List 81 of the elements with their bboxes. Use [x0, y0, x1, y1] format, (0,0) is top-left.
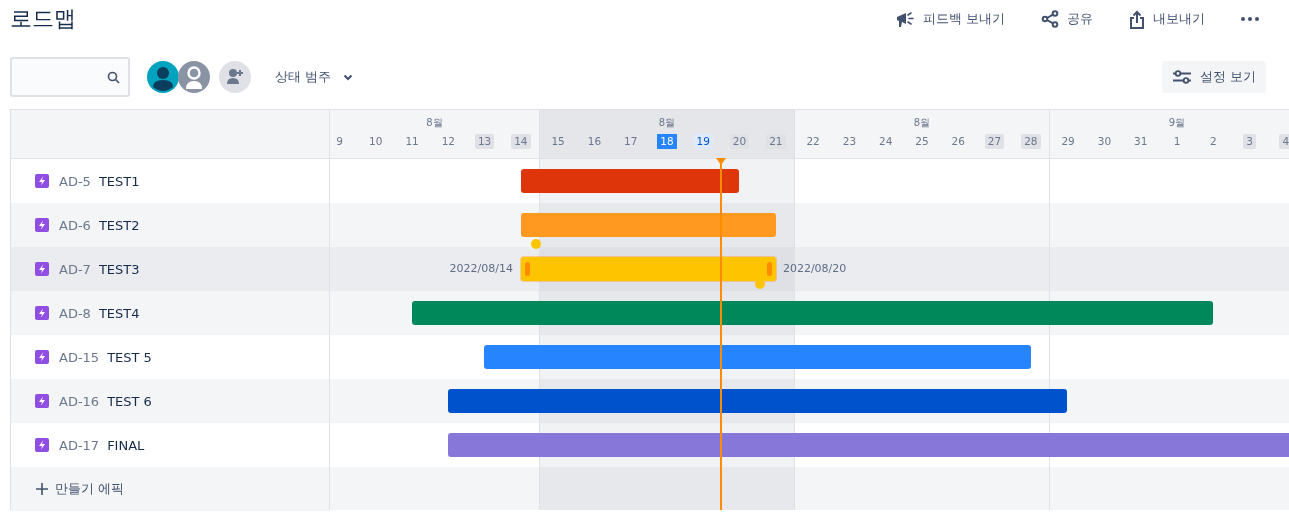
epic-bar[interactable] [520, 257, 776, 281]
month-label: 8월 [426, 116, 443, 130]
day-label: 26 [950, 134, 966, 149]
day-label: 21 [766, 134, 786, 149]
epic-title[interactable]: TEST3 [98, 261, 140, 277]
action-button[interactable]: 피드백 보내기 [894, 10, 1005, 28]
epic-key[interactable]: AD-15 [59, 349, 100, 365]
epic-title[interactable]: TEST2 [98, 217, 140, 233]
epic-bar[interactable] [411, 301, 1214, 325]
month-label: 9월 [1168, 116, 1186, 130]
day-label: 9 [335, 134, 344, 149]
epic-title[interactable]: TEST4 [98, 305, 140, 321]
sliders-icon [1171, 70, 1192, 84]
day-label: 12 [440, 134, 456, 149]
day-label: 22 [805, 134, 821, 149]
epic-title[interactable]: TEST 5 [107, 349, 152, 365]
epic-title[interactable]: FINAL [107, 437, 145, 453]
share-icon [1041, 10, 1059, 28]
add-person-icon[interactable] [219, 61, 251, 93]
end-date-label: 2022/08/20 [782, 262, 847, 275]
action-button[interactable]: 공유 [1041, 10, 1093, 28]
day-label: 1 [1172, 134, 1182, 149]
day-label: 20 [729, 134, 750, 149]
epic-icon [35, 438, 49, 452]
epic-bar[interactable] [484, 345, 1031, 369]
create-epic-button[interactable]: 만들기 에픽 [11, 467, 329, 511]
day-label: 16 [586, 134, 603, 149]
day-label: 2 [1208, 134, 1218, 149]
day-label: 11 [404, 134, 420, 149]
day-label: 24 [878, 134, 894, 149]
megaphone-icon [894, 10, 915, 28]
epic-key[interactable]: AD-8 [59, 305, 91, 321]
search-field[interactable] [10, 57, 130, 97]
day-label: 29 [1060, 134, 1076, 149]
day-label: 14 [511, 134, 531, 149]
epic-key[interactable]: AD-5 [59, 173, 91, 189]
day-label: 19 [693, 134, 713, 149]
month-label: 8월 [913, 116, 931, 130]
epic-icon [35, 350, 49, 364]
dependency-handle[interactable] [754, 279, 765, 289]
epic-key[interactable]: AD-17 [59, 437, 100, 453]
chevron-down-icon [343, 73, 354, 81]
epic-icon [35, 262, 49, 276]
month-label: 8월 [658, 116, 676, 130]
day-label: 28 [1021, 134, 1041, 149]
epic-bar[interactable] [448, 389, 1068, 413]
day-label: 17 [623, 134, 639, 149]
day-label: 15 [550, 134, 566, 149]
day-label: 13 [474, 134, 495, 149]
settings-button[interactable]: 설정 보기 [1161, 61, 1266, 93]
epic-key[interactable]: AD-7 [59, 261, 91, 277]
day-label: 27 [984, 134, 1005, 149]
epic-key[interactable]: AD-6 [59, 217, 91, 233]
epic-icon [35, 174, 49, 188]
start-date-label: 2022/08/14 [449, 262, 513, 275]
plus-icon [35, 482, 49, 496]
epic-bar[interactable] [520, 169, 740, 193]
page-title: 로드맵 [10, 5, 76, 33]
day-label: 10 [368, 134, 384, 149]
day-label: 30 [1096, 134, 1113, 149]
day-label: 25 [914, 134, 930, 149]
epic-key[interactable]: AD-16 [59, 393, 100, 409]
dependency-handle[interactable] [530, 239, 541, 249]
export-icon [1129, 9, 1145, 29]
day-label: 3 [1243, 134, 1256, 149]
epic-icon [35, 218, 49, 232]
day-label: 31 [1133, 134, 1149, 149]
epic-icon [35, 394, 49, 408]
epic-icon [35, 306, 49, 320]
epic-title[interactable]: TEST1 [98, 173, 140, 189]
avatar[interactable] [146, 60, 180, 94]
epic-bar[interactable] [448, 433, 1289, 457]
epic-title[interactable]: TEST 6 [107, 393, 152, 409]
day-label: 23 [841, 134, 858, 149]
search-icon [107, 70, 120, 84]
action-button[interactable]: 내보내기 [1129, 9, 1205, 29]
more-button[interactable] [1241, 17, 1259, 21]
epic-bar[interactable] [520, 213, 776, 237]
day-label: 18 [657, 134, 677, 149]
status-filter-dropdown[interactable]: 상태 범주 [275, 64, 354, 90]
day-label: 4 [1279, 134, 1289, 149]
